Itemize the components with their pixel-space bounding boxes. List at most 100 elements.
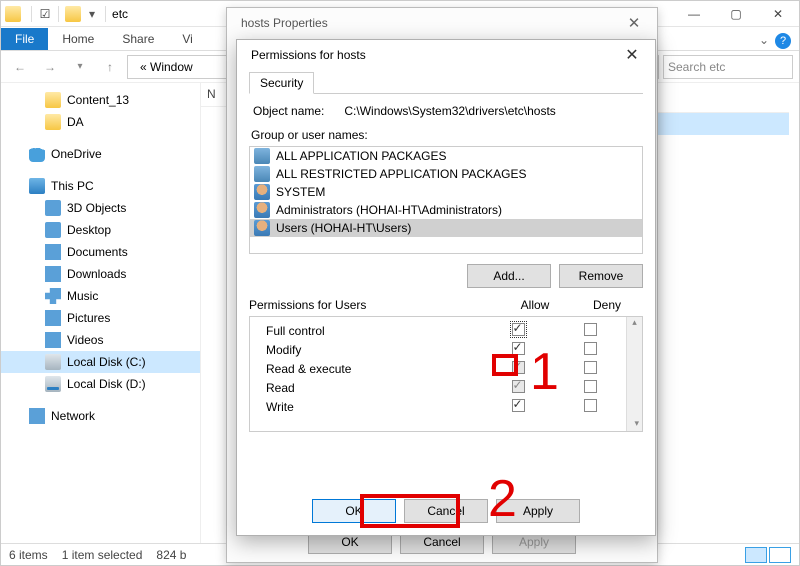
- onedrive-icon: [29, 146, 45, 162]
- close-button[interactable]: ✕: [757, 1, 799, 27]
- tree-item-label: 3D Objects: [67, 201, 126, 215]
- deny-cell: [554, 323, 626, 339]
- folder-icon: [45, 92, 61, 108]
- group-item-label: ALL APPLICATION PACKAGES: [276, 149, 447, 163]
- add-button[interactable]: Add...: [467, 264, 551, 288]
- users-icon: [254, 184, 270, 200]
- security-tab[interactable]: Security: [249, 72, 314, 94]
- permissions-footer: OK Cancel Apply: [237, 499, 655, 523]
- ok-button[interactable]: OK: [312, 499, 396, 523]
- home-tab[interactable]: Home: [48, 28, 108, 50]
- close-button[interactable]: ✕: [619, 14, 649, 32]
- tree-item-label: Videos: [67, 333, 103, 347]
- tree-item-label: Documents: [67, 245, 128, 259]
- ribbon-chevron-icon[interactable]: ⌄: [759, 33, 769, 47]
- deny-checkbox[interactable]: [584, 380, 597, 393]
- object-name-row: Object name: C:\Windows\System32\drivers…: [249, 94, 643, 128]
- cancel-button[interactable]: Cancel: [404, 499, 488, 523]
- group-listbox[interactable]: ALL APPLICATION PACKAGES ALL RESTRICTED A…: [249, 146, 643, 254]
- tree-item-label: Desktop: [67, 223, 111, 237]
- back-button[interactable]: ←: [7, 55, 33, 79]
- group-item[interactable]: ALL APPLICATION PACKAGES: [250, 147, 642, 165]
- permissions-body: Security Object name: C:\Windows\System3…: [237, 70, 655, 432]
- view-tab[interactable]: Vi: [168, 28, 206, 50]
- large-icons-view-button[interactable]: [769, 547, 791, 563]
- file-tab[interactable]: File: [1, 28, 48, 50]
- tree-item-network[interactable]: Network: [1, 405, 200, 427]
- forward-button[interactable]: →: [37, 55, 63, 79]
- scrollbar[interactable]: [626, 317, 642, 431]
- allow-checkbox: [512, 380, 525, 393]
- allow-checkbox[interactable]: [512, 342, 525, 355]
- group-names-label: Group or user names:: [249, 128, 643, 146]
- quickaccess-check-icon[interactable]: ☑: [38, 7, 52, 21]
- tree-item-content-13[interactable]: Content_13: [1, 89, 200, 111]
- allow-header: Allow: [499, 298, 571, 312]
- drive-icon: [45, 376, 61, 392]
- properties-title: hosts Properties: [241, 16, 328, 30]
- history-dropdown[interactable]: ▾: [67, 55, 93, 79]
- tree-item-local-disk-c-[interactable]: Local Disk (C:): [1, 351, 200, 373]
- details-view-button[interactable]: [745, 547, 767, 563]
- permissions-titlebar: Permissions for hosts ✕: [237, 40, 655, 70]
- tree-item-label: DA: [67, 115, 84, 129]
- down-icon: [45, 266, 61, 282]
- remove-button[interactable]: Remove: [559, 264, 643, 288]
- tree-item-onedrive[interactable]: OneDrive: [1, 143, 200, 165]
- deny-header: Deny: [571, 298, 643, 312]
- tree-item-downloads[interactable]: Downloads: [1, 263, 200, 285]
- group-item[interactable]: Administrators (HOHAI-HT\Administrators): [250, 201, 642, 219]
- group-item[interactable]: Users (HOHAI-HT\Users): [250, 219, 642, 237]
- group-item-label: ALL RESTRICTED APPLICATION PACKAGES: [276, 167, 527, 181]
- qat-divider: ▾: [89, 7, 95, 21]
- permission-name: Write: [266, 400, 482, 414]
- deny-checkbox[interactable]: [584, 399, 597, 412]
- tree-item-this-pc[interactable]: This PC: [1, 175, 200, 197]
- tree-item-da[interactable]: DA: [1, 111, 200, 133]
- group-item-label: Administrators (HOHAI-HT\Administrators): [276, 203, 502, 217]
- up-button[interactable]: ↑: [97, 55, 123, 79]
- tree-item-desktop[interactable]: Desktop: [1, 219, 200, 241]
- tree-item-label: Pictures: [67, 311, 110, 325]
- folder-icon: [5, 6, 21, 22]
- permissions-for-label: Permissions for Users: [249, 298, 499, 312]
- tree-item-videos[interactable]: Videos: [1, 329, 200, 351]
- deny-checkbox[interactable]: [584, 361, 597, 374]
- properties-titlebar: hosts Properties ✕: [227, 8, 657, 38]
- tree-item-music[interactable]: Music: [1, 285, 200, 307]
- tree-item-3d-objects[interactable]: 3D Objects: [1, 197, 200, 219]
- music-icon: [45, 288, 61, 304]
- vid-icon: [45, 332, 61, 348]
- pic-icon: [45, 310, 61, 326]
- help-icon[interactable]: ?: [775, 33, 791, 49]
- tree-item-pictures[interactable]: Pictures: [1, 307, 200, 329]
- deny-checkbox[interactable]: [584, 342, 597, 355]
- deny-cell: [554, 380, 626, 396]
- close-button[interactable]: ✕: [617, 45, 647, 65]
- apply-button[interactable]: Apply: [496, 499, 580, 523]
- allow-cell: [482, 342, 554, 358]
- allow-checkbox[interactable]: [512, 323, 525, 336]
- group-item[interactable]: SYSTEM: [250, 183, 642, 201]
- allow-cell: [482, 361, 554, 377]
- group-item[interactable]: ALL RESTRICTED APPLICATION PACKAGES: [250, 165, 642, 183]
- allow-cell: [482, 399, 554, 415]
- minimize-button[interactable]: —: [673, 1, 715, 27]
- permissions-header: Permissions for Users Allow Deny: [249, 294, 643, 316]
- maximize-button[interactable]: ▢: [715, 1, 757, 27]
- users-icon: [254, 220, 270, 236]
- window-buttons: — ▢ ✕: [673, 1, 799, 27]
- tree-item-documents[interactable]: Documents: [1, 241, 200, 263]
- tree-item-local-disk-d-[interactable]: Local Disk (D:): [1, 373, 200, 395]
- status-count: 6 items: [9, 548, 48, 562]
- deny-checkbox[interactable]: [584, 323, 597, 336]
- permission-row: Full control: [266, 321, 626, 340]
- share-tab[interactable]: Share: [108, 28, 168, 50]
- permission-name: Read: [266, 381, 482, 395]
- tree-item-label: Music: [67, 289, 98, 303]
- group-item-label: SYSTEM: [276, 185, 325, 199]
- permission-name: Full control: [266, 324, 482, 338]
- group-icon: [254, 148, 270, 164]
- allow-checkbox[interactable]: [512, 399, 525, 412]
- search-input[interactable]: Search etc: [663, 55, 793, 79]
